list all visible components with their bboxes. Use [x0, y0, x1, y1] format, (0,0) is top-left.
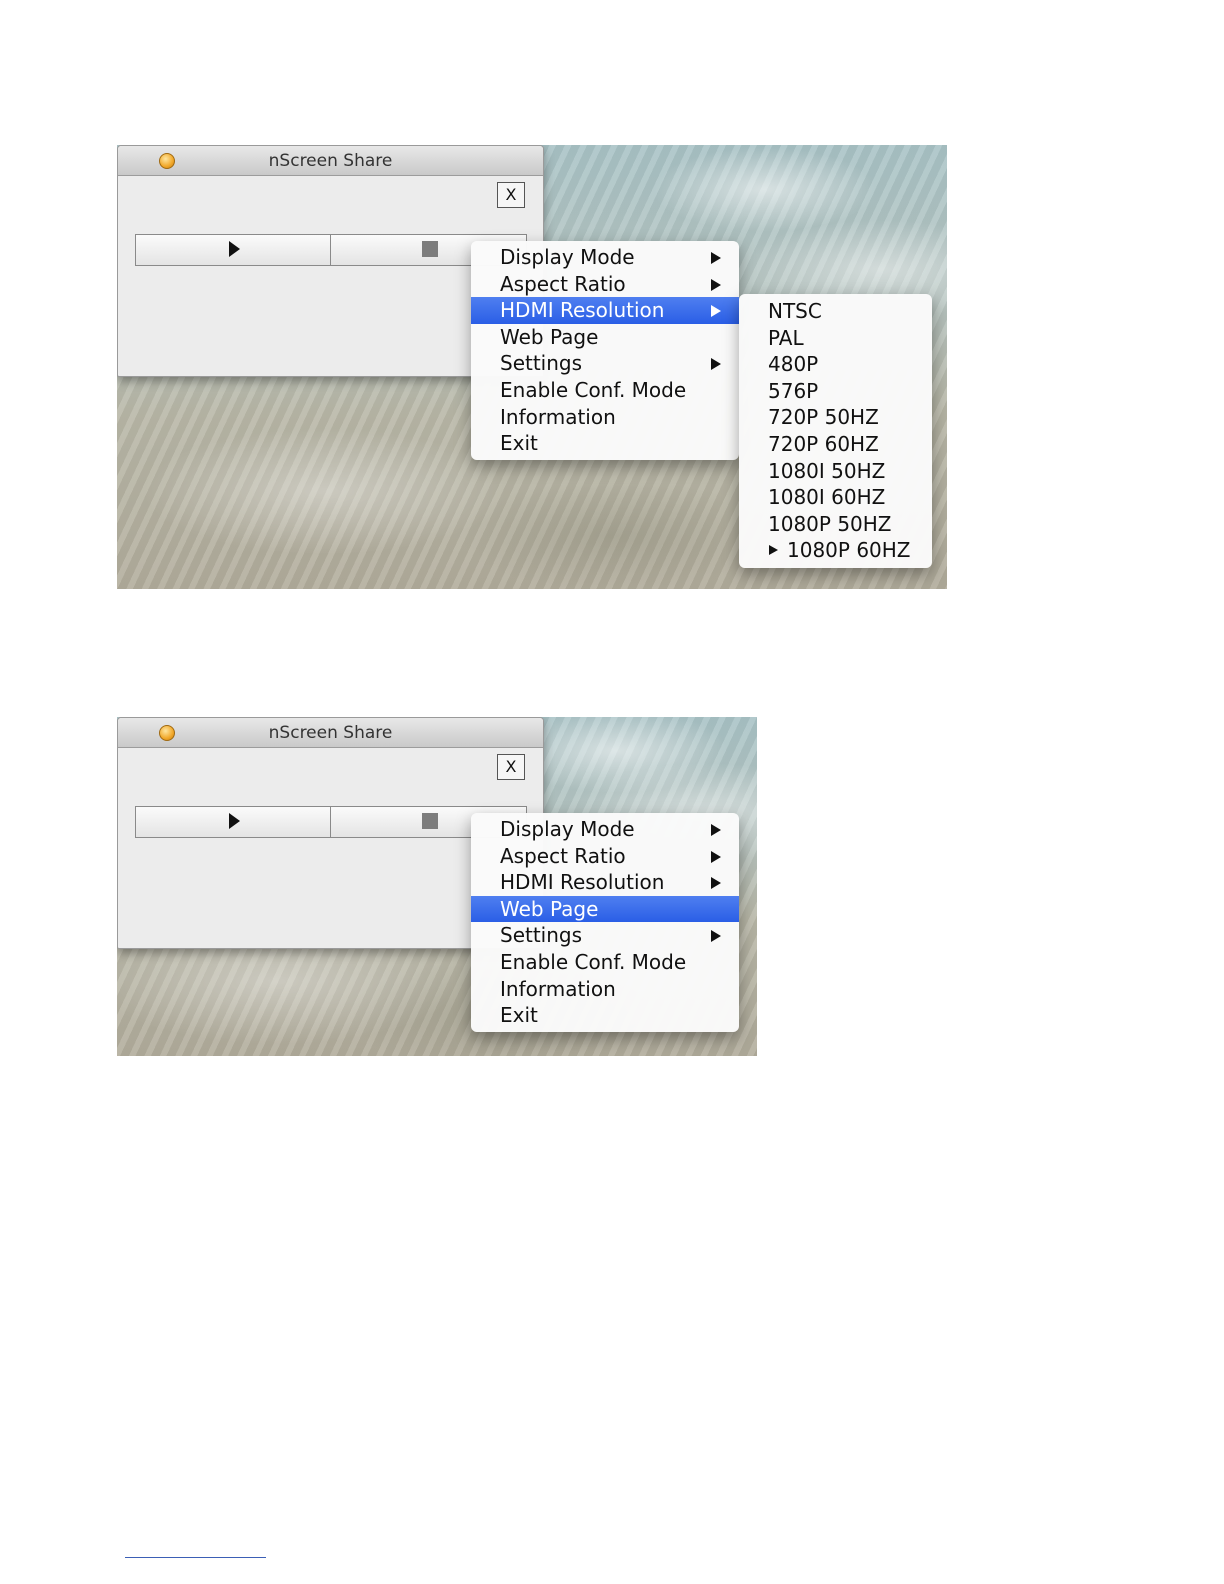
menu-item-label: Information [500, 976, 616, 1001]
menu-item-display-mode[interactable]: Display Mode [471, 244, 739, 271]
menu-item-enable-conf-mode[interactable]: Enable Conf. Mode [471, 949, 739, 976]
play-icon [229, 813, 240, 829]
menu-item-web-page[interactable]: Web Page [471, 324, 739, 351]
menu-item-hdmi-resolution[interactable]: HDMI Resolution [471, 869, 739, 896]
submenu-item-label: 480P [768, 352, 819, 377]
submenu-item-label: 720P 60HZ [768, 431, 879, 456]
menu-item-label: HDMI Resolution [500, 870, 665, 895]
play-button[interactable] [136, 807, 330, 837]
submenu-item-1080i-50hz[interactable]: 1080I 50HZ [739, 458, 932, 485]
close-button[interactable]: X [497, 754, 525, 780]
menu-item-settings[interactable]: Settings [471, 350, 739, 377]
window-title: nScreen Share [268, 723, 393, 743]
submenu-item-label: 1080P 60HZ [787, 538, 911, 563]
menu-item-display-mode[interactable]: Display Mode [471, 816, 739, 843]
screenshot-web-page: nScreen Share X Display Mode Aspect Ratio… [117, 717, 757, 1056]
chevron-right-icon [711, 824, 721, 836]
menu-item-aspect-ratio[interactable]: Aspect Ratio [471, 843, 739, 870]
menu-item-exit[interactable]: Exit [471, 1002, 739, 1029]
menu-item-label: HDMI Resolution [500, 298, 665, 323]
submenu-item-label: 1080I 50HZ [768, 458, 886, 483]
menu-item-label: Information [500, 404, 616, 429]
footnote-separator [125, 1557, 266, 1558]
menu-item-label: Settings [500, 923, 583, 948]
submenu-item-ntsc[interactable]: NTSC [739, 298, 932, 325]
submenu-item-pal[interactable]: PAL [739, 325, 932, 352]
chevron-right-icon [711, 305, 721, 318]
close-button[interactable]: X [497, 182, 525, 208]
submenu-item-label: 1080P 50HZ [768, 511, 892, 536]
menu-item-label: Enable Conf. Mode [500, 377, 687, 402]
submenu-item-480p[interactable]: 480P [739, 351, 932, 378]
menu-item-settings[interactable]: Settings [471, 922, 739, 949]
menu-item-label: Aspect Ratio [500, 271, 626, 296]
menu-item-label: Settings [500, 351, 583, 376]
chevron-right-icon [711, 850, 721, 863]
menu-item-label: Aspect Ratio [500, 843, 626, 868]
stop-icon [422, 241, 438, 257]
menu-item-aspect-ratio[interactable]: Aspect Ratio [471, 271, 739, 298]
chevron-right-icon [711, 252, 721, 264]
window-title: nScreen Share [268, 151, 393, 171]
window-titlebar[interactable]: nScreen Share [118, 718, 543, 748]
submenu-item-1080p-60hz[interactable]: 1080P 60HZ [739, 537, 932, 564]
menu-item-web-page[interactable]: Web Page [471, 895, 739, 923]
context-menu: Display Mode Aspect Ratio HDMI Resolution W… [471, 241, 739, 460]
menu-item-label: Display Mode [500, 245, 635, 269]
menu-item-label: Enable Conf. Mode [500, 949, 687, 974]
submenu-item-label: PAL [768, 325, 804, 350]
check-triangle-icon [769, 545, 778, 556]
menu-item-label: Exit [500, 431, 538, 456]
stop-icon [422, 813, 438, 829]
hdmi-resolution-submenu: NTSC PAL 480P 576P 720P 50HZ 720P 60HZ 1080I 5… [739, 294, 932, 568]
submenu-item-label: NTSC [768, 299, 822, 323]
submenu-item-label: 720P 50HZ [768, 405, 879, 430]
menu-item-information[interactable]: Information [471, 976, 739, 1003]
chevron-right-icon [711, 358, 721, 371]
menu-item-label: Display Mode [500, 817, 635, 841]
submenu-item-label: 1080I 60HZ [768, 485, 886, 510]
playback-controls [135, 234, 527, 266]
chevron-right-icon [711, 877, 721, 890]
play-icon [229, 241, 240, 257]
window-titlebar[interactable]: nScreen Share [118, 146, 543, 176]
submenu-item-720p-50hz[interactable]: 720P 50HZ [739, 404, 932, 431]
menu-item-information[interactable]: Information [471, 404, 739, 431]
menu-item-enable-conf-mode[interactable]: Enable Conf. Mode [471, 377, 739, 404]
submenu-item-label: 576P [768, 378, 819, 403]
screenshot-hdmi-resolution: nScreen Share X Display Mode Aspect Ratio… [117, 145, 947, 589]
menu-item-label: Web Page [500, 896, 599, 921]
context-menu: Display Mode Aspect Ratio HDMI Resolution W… [471, 813, 739, 1032]
menu-item-label: Exit [500, 1003, 538, 1028]
submenu-item-1080i-60hz[interactable]: 1080I 60HZ [739, 484, 932, 511]
menu-item-label: Web Page [500, 324, 599, 349]
menu-item-hdmi-resolution[interactable]: HDMI Resolution [471, 297, 739, 324]
play-button[interactable] [136, 235, 330, 265]
submenu-item-1080p-50hz[interactable]: 1080P 50HZ [739, 511, 932, 538]
chevron-right-icon [711, 930, 721, 943]
submenu-item-720p-60hz[interactable]: 720P 60HZ [739, 431, 932, 458]
menu-item-exit[interactable]: Exit [471, 430, 739, 457]
playback-controls [135, 806, 527, 838]
chevron-right-icon [711, 278, 721, 291]
submenu-item-576p[interactable]: 576P [739, 378, 932, 405]
